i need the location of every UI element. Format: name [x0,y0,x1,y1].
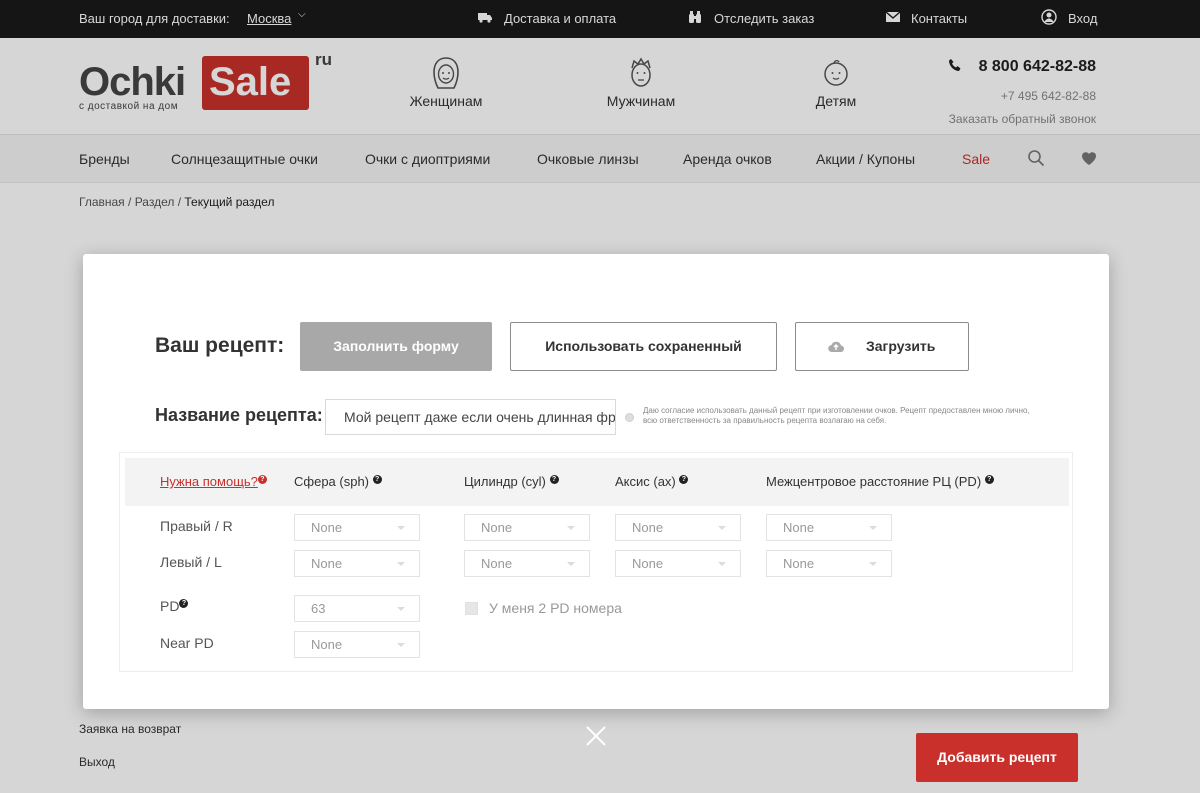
right-sph-select[interactable]: None [294,514,420,541]
col-pd: Межцентровое расстояние РЦ (PD) ? [766,474,994,489]
right-ax-select[interactable]: None [615,514,741,541]
cyl-question-icon[interactable]: ? [549,474,559,484]
left-sph-select[interactable]: None [294,550,420,577]
right-cyl-select[interactable]: None [464,514,590,541]
row-right-label: Правый / R [160,518,233,534]
col-ax-label: Аксис (ax) [615,474,676,489]
consent-radio[interactable] [625,413,634,422]
col-cyl: Цилиндр (cyl) ? [464,474,559,489]
two-pd-label[interactable]: У меня 2 PD номера [489,600,622,616]
upload-button-label: Загрузить [866,338,936,354]
use-saved-button[interactable]: Использовать сохраненный [510,322,777,371]
left-cyl-select[interactable]: None [464,550,590,577]
recipe-title: Ваш рецепт: [155,334,285,357]
add-recipe-button[interactable]: Добавить рецепт [916,733,1078,782]
prescription-modal: Ваш рецепт: Заполнить форму Использовать… [83,254,1109,709]
fill-form-button[interactable]: Заполнить форму [300,322,492,371]
row-near-pd-label: Near PD [160,635,214,651]
help-link[interactable]: Нужна помощь? [160,474,258,489]
consent-text: Даю согласие использовать данный рецепт … [643,406,1030,425]
left-ax-select[interactable]: None [615,550,741,577]
pd-question-icon[interactable]: ? [984,474,994,484]
col-cyl-label: Цилиндр (cyl) [464,474,546,489]
pd-select[interactable]: 63 [294,595,420,622]
right-pd-select[interactable]: None [766,514,892,541]
col-pd-label: Межцентровое расстояние РЦ (PD) [766,474,982,489]
pd-row-question-icon[interactable]: ? [179,599,189,609]
sph-question-icon[interactable]: ? [372,474,382,484]
col-sph: Сфера (sph) ? [294,474,382,489]
ax-question-icon[interactable]: ? [679,474,689,484]
two-pd-checkbox[interactable] [465,602,478,615]
recipe-name-label: Название рецепта: [155,405,323,425]
col-ax: Аксис (ax) ? [615,474,689,489]
left-pd-select[interactable]: None [766,550,892,577]
col-sph-label: Сфера (sph) [294,474,370,489]
upload-button[interactable]: Загрузить [795,322,969,371]
table-header: Нужна помощь?? Сфера (sph) ? Цилиндр (cy… [125,458,1069,506]
row-pd-text: PD [160,598,180,614]
near-pd-select[interactable]: None [294,631,420,658]
prescription-table: Нужна помощь?? Сфера (sph) ? Цилиндр (cy… [119,452,1073,672]
help-cell: Нужна помощь?? [160,474,267,489]
cloud-upload-icon [828,341,844,353]
row-left-label: Левый / L [160,554,222,570]
recipe-name-input[interactable]: Мой рецепт даже если очень длинная фраза [325,399,616,435]
help-question-icon[interactable]: ? [257,474,267,484]
close-icon[interactable] [585,725,607,747]
row-pd-label: PD? [160,598,189,614]
